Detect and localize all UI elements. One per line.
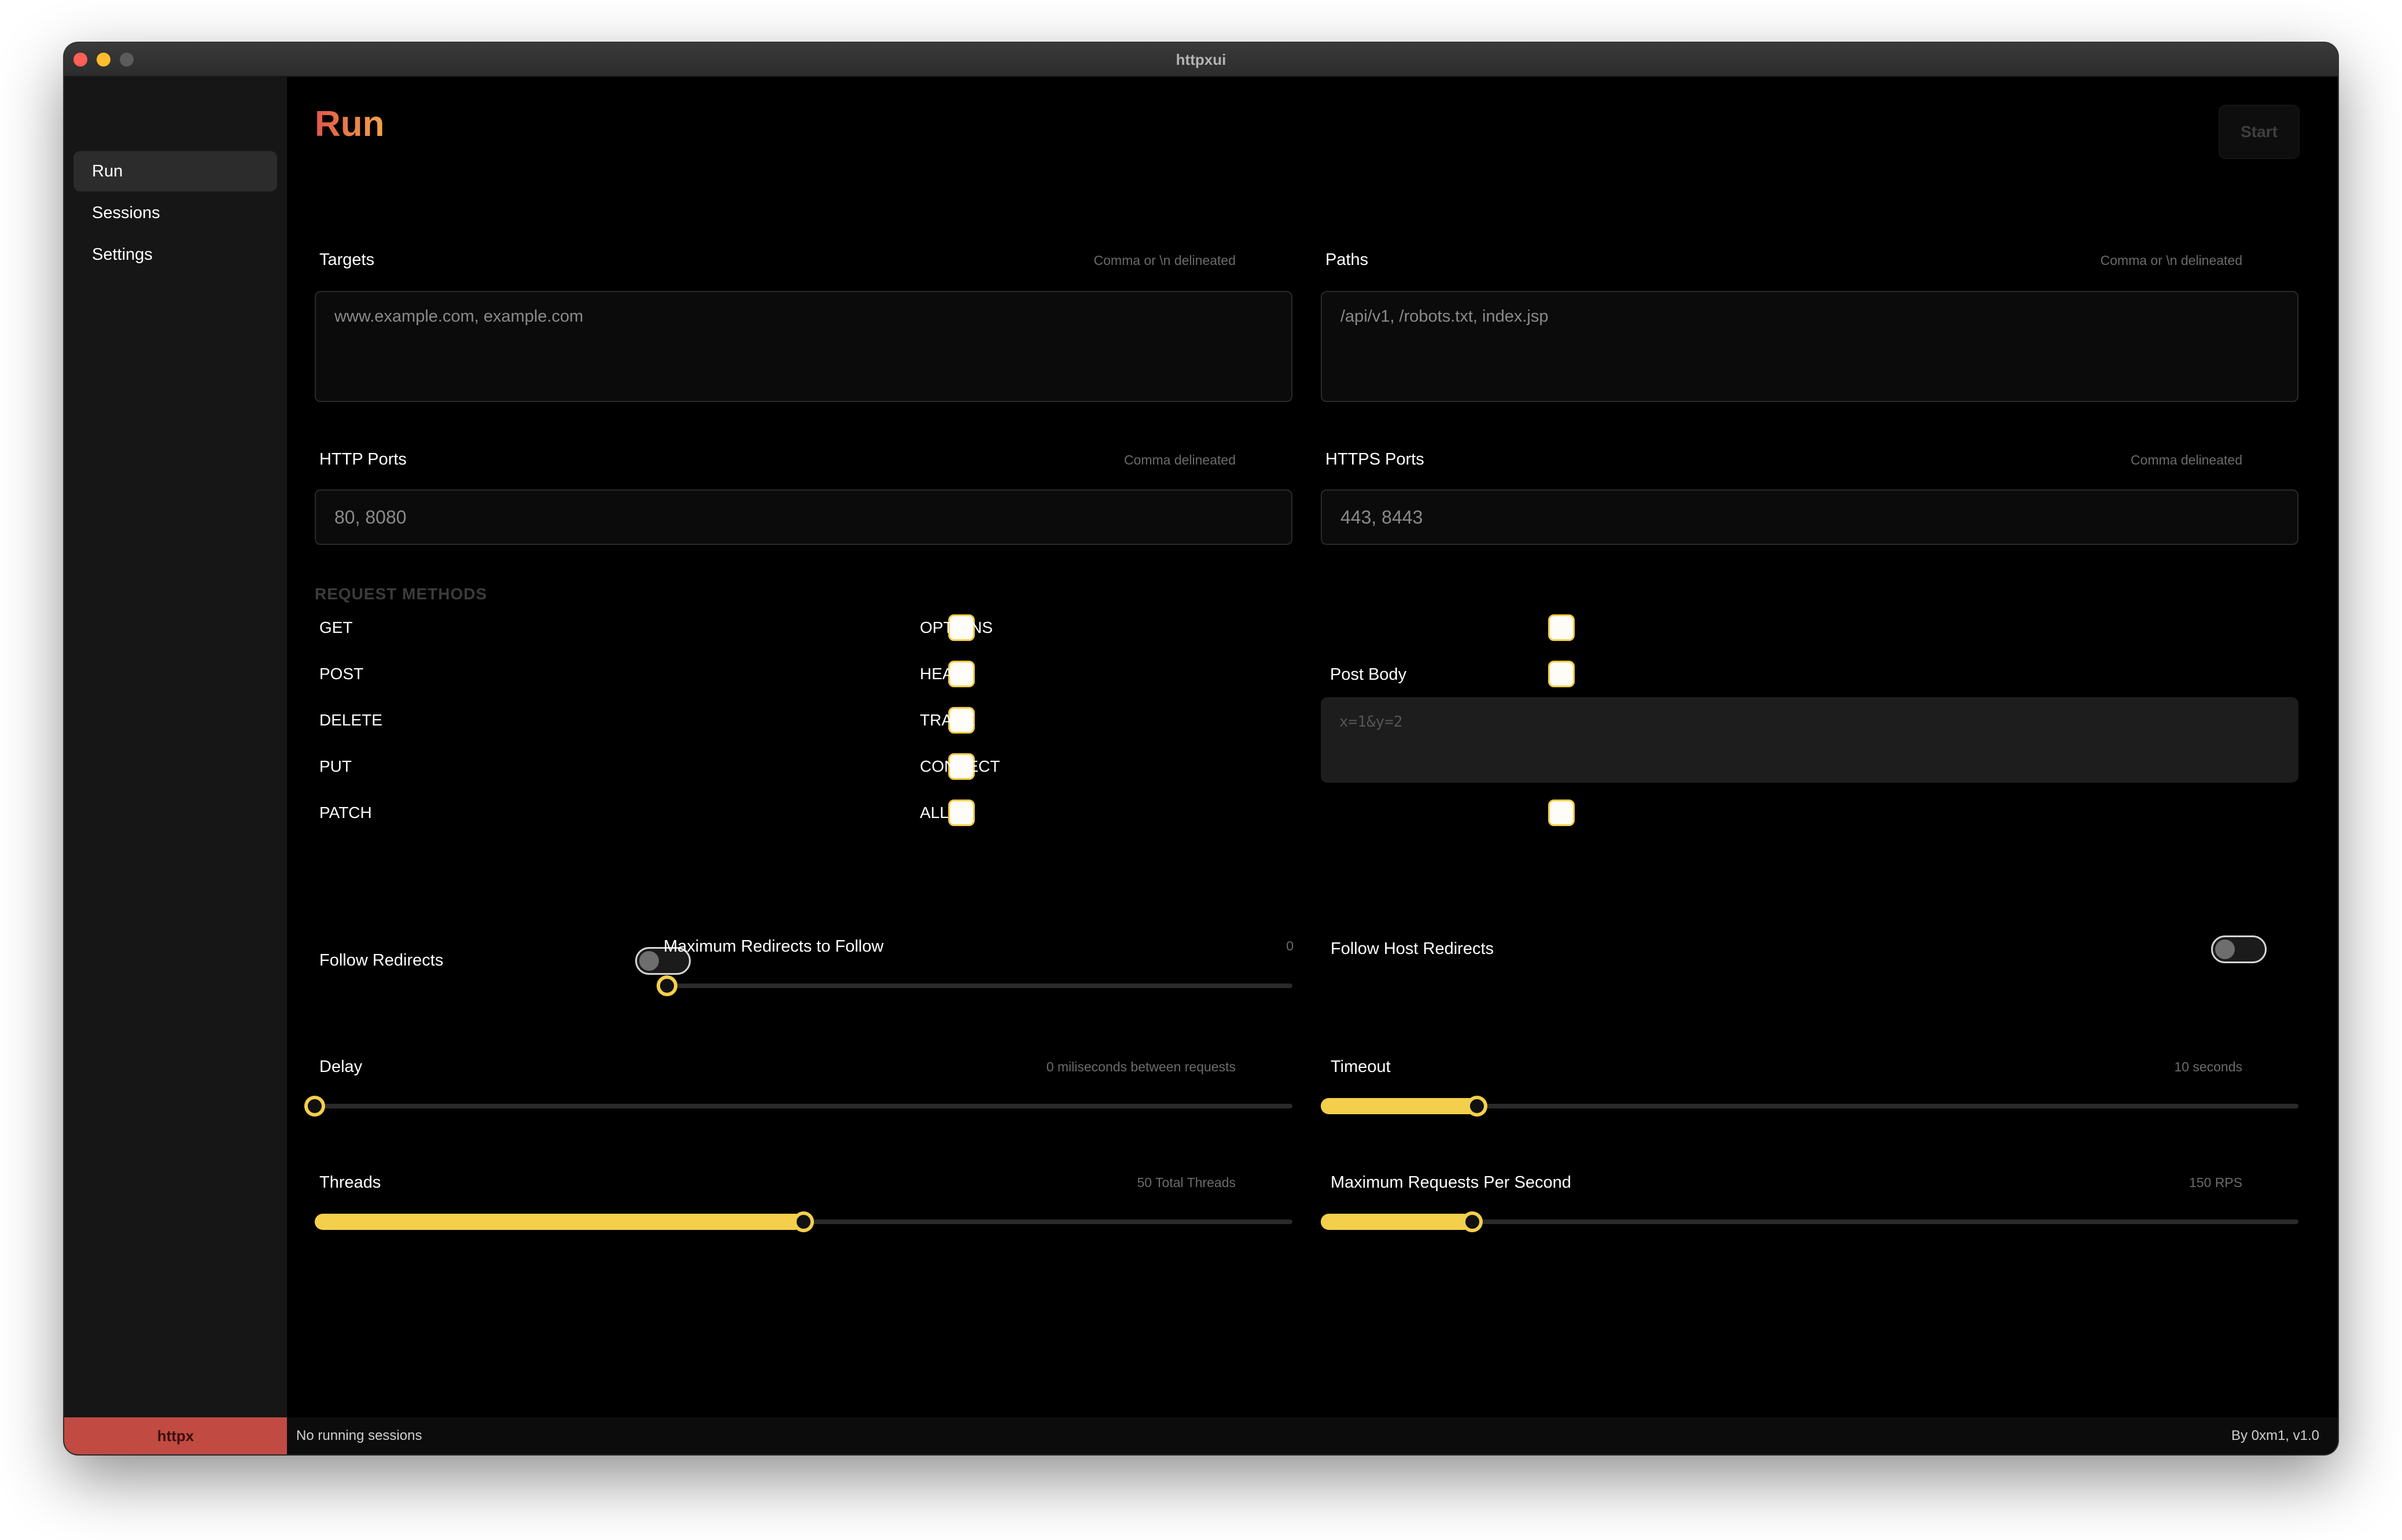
threads-slider-thumb[interactable] <box>793 1211 814 1232</box>
http-ports-label: HTTP Ports <box>319 450 407 469</box>
page-title: Run <box>315 104 385 144</box>
follow-redirects-toggle-knob <box>639 951 659 971</box>
method-label-head: HEAD <box>920 665 965 683</box>
method-label-connect: CONNECT <box>920 757 1000 775</box>
sidebar: Run Sessions Settings <box>64 77 287 1417</box>
threads-label: Threads <box>319 1173 381 1192</box>
paths-hint: Comma or \n delineated <box>2100 253 2242 268</box>
timeout-slider-thumb[interactable] <box>1467 1096 1487 1117</box>
max-redirects-value: 0 <box>1286 938 1294 953</box>
timeout-slider[interactable] <box>1321 1096 2298 1117</box>
threads-slider[interactable] <box>315 1211 1292 1232</box>
method-label-all: ALL <box>920 804 949 821</box>
max-rps-slider-thumb[interactable] <box>1462 1211 1483 1232</box>
post-body-placeholder: x=1&y=2 <box>1339 713 1403 731</box>
paths-input[interactable]: /api/v1, /robots.txt, index.jsp <box>1321 291 2298 402</box>
method-label-post: POST <box>319 665 364 683</box>
follow-host-redirects-label: Follow Host Redirects <box>1331 940 1494 958</box>
follow-host-redirects-toggle[interactable] <box>2211 935 2267 963</box>
delay-slider-thumb[interactable] <box>304 1096 325 1117</box>
max-rps-hint: 150 RPS <box>2189 1175 2242 1190</box>
https-ports-label: HTTPS Ports <box>1325 450 1424 469</box>
https-ports-input[interactable]: 443, 8443 <box>1321 489 2298 545</box>
credit-text: By 0xm1, v1.0 <box>2231 1428 2319 1443</box>
threads-slider-fill <box>315 1214 804 1230</box>
delay-slider[interactable] <box>304 1096 1292 1117</box>
method-checkbox-patch[interactable] <box>948 800 975 826</box>
post-body-label: Post Body <box>1330 665 1407 684</box>
window-title: httpxui <box>1176 51 1226 68</box>
brand-badge: httpx <box>64 1417 287 1454</box>
status-bar: httpx No running sessions By 0xm1, v1.0 <box>64 1417 2338 1454</box>
delay-label: Delay <box>319 1058 363 1076</box>
method-checkbox-head[interactable] <box>1548 661 1575 687</box>
post-body-input[interactable]: x=1&y=2 <box>1321 697 2298 783</box>
method-checkbox-options[interactable] <box>1548 614 1575 641</box>
targets-hint: Comma or \n delineated <box>1093 253 1236 268</box>
sidebar-item-run[interactable]: Run <box>73 151 277 191</box>
max-rps-slider[interactable] <box>1321 1211 2298 1232</box>
targets-placeholder: www.example.com, example.com <box>334 307 584 326</box>
title-bar: httpxui <box>64 43 2338 77</box>
session-status: No running sessions <box>296 1428 422 1443</box>
method-label-put: PUT <box>319 757 352 775</box>
follow-redirects-label: Follow Redirects <box>319 951 444 970</box>
timeout-label: Timeout <box>1331 1058 1391 1076</box>
targets-label: Targets <box>319 250 375 269</box>
timeout-hint: 10 seconds <box>2174 1059 2242 1074</box>
max-rps-slider-fill <box>1321 1214 1472 1230</box>
sidebar-item-sessions[interactable]: Sessions <box>73 193 277 233</box>
main-panel: Run Start Targets Comma or \n delineated… <box>287 77 2338 1417</box>
http-ports-input[interactable]: 80, 8080 <box>315 489 1292 545</box>
max-redirects-slider[interactable] <box>657 975 1292 996</box>
paths-placeholder: /api/v1, /robots.txt, index.jsp <box>1340 307 1549 326</box>
https-ports-hint: Comma delineated <box>2130 452 2242 467</box>
start-button[interactable]: Start <box>2219 105 2300 159</box>
sidebar-item-settings[interactable]: Settings <box>73 234 277 275</box>
request-methods-title: REQUEST METHODS <box>315 585 488 603</box>
app-window: httpxui Run Sessions Settings Run Start … <box>64 43 2338 1454</box>
method-checkbox-all[interactable] <box>1548 800 1575 826</box>
timeout-slider-fill <box>1321 1098 1477 1114</box>
method-label-trace: TRACE <box>920 711 975 729</box>
max-rps-label: Maximum Requests Per Second <box>1331 1173 1571 1192</box>
https-ports-placeholder: 443, 8443 <box>1340 507 1423 528</box>
follow-host-redirects-toggle-knob <box>2215 940 2235 959</box>
paths-label: Paths <box>1325 250 1369 269</box>
method-label-options: OPTIONS <box>920 618 993 636</box>
http-ports-placeholder: 80, 8080 <box>334 507 407 528</box>
targets-input[interactable]: www.example.com, example.com <box>315 291 1292 402</box>
delay-hint: 0 miliseconds between requests <box>1046 1059 1236 1074</box>
max-redirects-label: Maximum Redirects to Follow <box>664 937 884 956</box>
method-label-get: GET <box>319 618 353 636</box>
method-label-delete: DELETE <box>319 711 382 729</box>
http-ports-hint: Comma delineated <box>1123 452 1236 467</box>
max-redirects-slider-thumb[interactable] <box>657 975 677 996</box>
method-label-patch: PATCH <box>319 804 372 821</box>
threads-hint: 50 Total Threads <box>1137 1175 1236 1190</box>
